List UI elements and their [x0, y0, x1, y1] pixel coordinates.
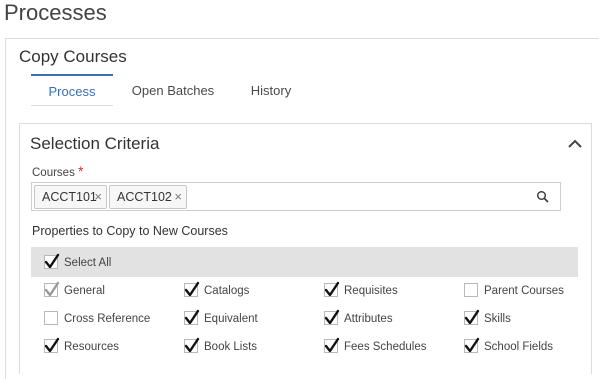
property-equivalent-checkbox[interactable] — [184, 309, 200, 325]
required-marker: * — [78, 163, 84, 179]
property-equivalent-label: Equivalent — [204, 313, 258, 325]
property-book-lists-checkbox[interactable] — [184, 337, 200, 353]
select-all-row — [31, 247, 578, 277]
property-general-label: General — [64, 285, 105, 297]
property-book-lists-label: Book Lists — [204, 341, 258, 353]
property-school-fields-label: School Fields — [484, 341, 554, 353]
tab-process[interactable]: Process — [31, 74, 113, 106]
course-chip: ACCT102 × — [109, 185, 187, 209]
property-parent-courses-label: Parent Courses — [484, 285, 564, 297]
property-attributes-label: Attributes — [344, 313, 393, 325]
tab-history[interactable]: History — [233, 74, 309, 105]
property-school-fields-checkbox[interactable] — [464, 337, 480, 353]
course-chip-label: ACCT102 — [117, 190, 172, 204]
card-title: Copy Courses — [19, 47, 127, 66]
page-title: Processes — [4, 0, 107, 25]
property-requisites-label: Requisites — [344, 285, 398, 297]
property-catalogs-checkbox[interactable] — [184, 281, 200, 297]
properties-label: Properties to Copy to New Courses — [32, 224, 228, 238]
select-all-label: Select All — [64, 257, 112, 269]
property-general-checkbox — [44, 281, 60, 297]
chevron-up-icon[interactable] — [566, 135, 584, 153]
property-parent-courses-checkbox[interactable] — [464, 283, 478, 297]
property-requisites-checkbox[interactable] — [324, 281, 340, 297]
courses-label: Courses * — [32, 163, 83, 179]
property-fees-schedules-label: Fees Schedules — [344, 341, 427, 353]
courses-label-text: Courses — [32, 167, 75, 179]
property-resources-checkbox[interactable] — [44, 337, 60, 353]
property-cross-reference-checkbox[interactable] — [44, 311, 58, 325]
property-cross-reference-label: Cross Reference — [64, 313, 151, 325]
property-attributes-checkbox[interactable] — [324, 309, 340, 325]
tab-open-batches[interactable]: Open Batches — [113, 74, 233, 105]
property-catalogs-label: Catalogs — [204, 285, 250, 297]
property-skills-checkbox[interactable] — [464, 309, 480, 325]
property-skills-label: Skills — [484, 313, 511, 325]
remove-chip-icon[interactable]: × — [174, 186, 182, 208]
select-all-checkbox[interactable] — [44, 253, 60, 269]
search-icon[interactable] — [536, 190, 550, 204]
courses-multiselect-input[interactable]: ACCT101 × ACCT102 × — [31, 182, 561, 211]
property-resources-label: Resources — [64, 341, 119, 353]
property-fees-schedules-checkbox[interactable] — [324, 337, 340, 353]
course-chip: ACCT101 × — [34, 185, 107, 209]
remove-chip-icon[interactable]: × — [94, 186, 102, 208]
course-chip-label: ACCT101 — [42, 190, 97, 204]
section-title: Selection Criteria — [30, 134, 160, 153]
